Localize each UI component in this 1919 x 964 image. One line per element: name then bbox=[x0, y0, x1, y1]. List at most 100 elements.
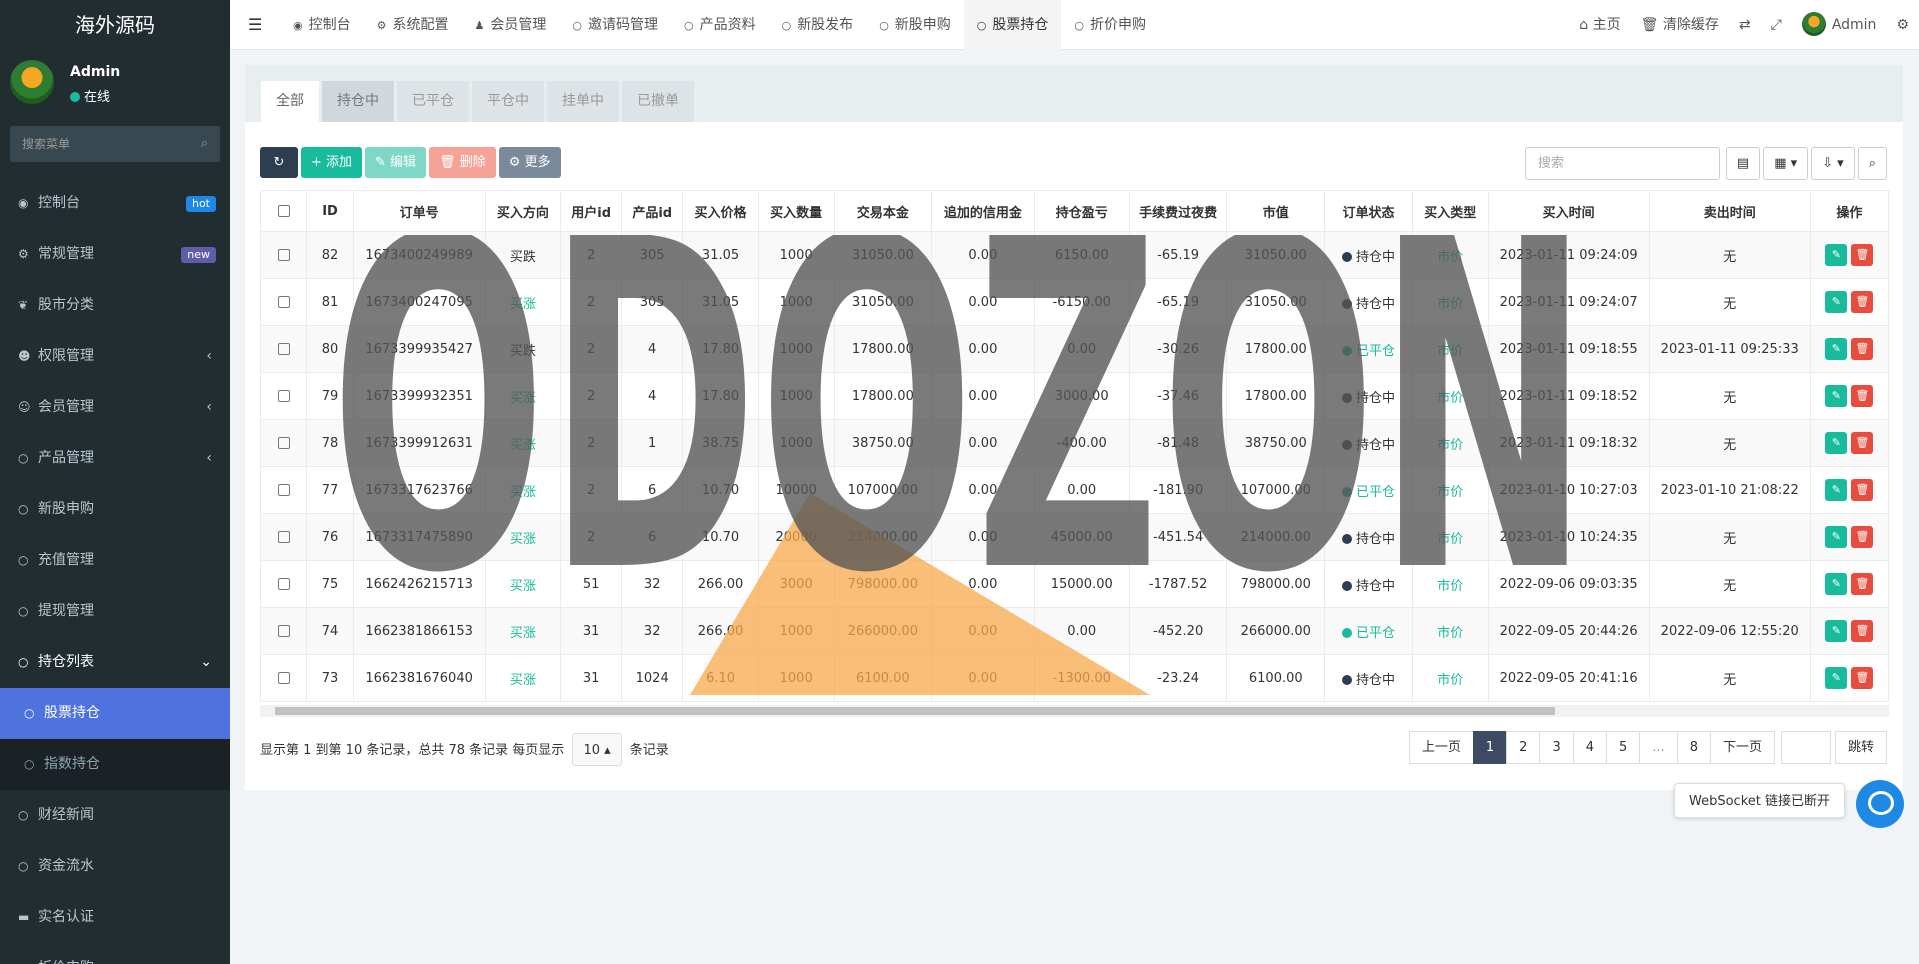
table-row[interactable]: 75 1662426215713 买涨 51 32 266.00 3000 798000.00… bbox=[260, 560, 1889, 608]
edit-row-button[interactable]: ✎ bbox=[1825, 667, 1848, 689]
sidebar-item[interactable]: ○ 提现管理 bbox=[0, 586, 230, 637]
row-checkbox[interactable] bbox=[277, 625, 290, 637]
more-button[interactable]: ⚙ 更多 bbox=[498, 147, 561, 178]
refresh-button[interactable]: ↻ bbox=[260, 147, 298, 178]
menu-toggle-icon[interactable]: ☰ bbox=[248, 15, 262, 34]
filter-tab[interactable]: 全部 bbox=[261, 81, 319, 122]
top-tab[interactable]: ○ 新股发布 bbox=[769, 0, 867, 50]
search-icon[interactable]: ⌕ bbox=[201, 136, 208, 151]
page-size-select[interactable]: 10 ▴ bbox=[572, 733, 622, 766]
table-row[interactable]: 79 1673399932351 买涨 2 4 17.80 1000 17800.00 0.00… bbox=[260, 372, 1889, 420]
sidebar-item[interactable]: ☻ 权限管理 ‹ bbox=[0, 331, 230, 382]
delete-row-button[interactable]: 🗑 bbox=[1851, 291, 1874, 313]
sidebar-item[interactable]: ○折价申购 bbox=[0, 943, 230, 964]
translate-icon[interactable]: ⇄ bbox=[1729, 0, 1761, 50]
edit-row-button[interactable]: ✎ bbox=[1825, 620, 1848, 642]
table-row[interactable]: 81 1673400247095 买涨 2 305 31.05 1000 31050.00 0.… bbox=[260, 278, 1889, 326]
row-checkbox[interactable] bbox=[277, 578, 290, 590]
edit-row-button[interactable]: ✎ bbox=[1825, 244, 1848, 266]
delete-row-button[interactable]: 🗑 bbox=[1851, 573, 1874, 595]
sidebar-item[interactable]: ⚙ 常规管理 new bbox=[0, 229, 230, 280]
scrollbar-thumb[interactable] bbox=[275, 707, 1555, 715]
filter-tab[interactable]: 持仓中 bbox=[322, 81, 394, 122]
row-checkbox[interactable] bbox=[277, 343, 290, 355]
prev-page-button[interactable]: 上一页 bbox=[1408, 731, 1474, 764]
row-select-cell[interactable] bbox=[260, 325, 308, 373]
page-button[interactable]: 4 bbox=[1572, 731, 1607, 764]
select-all-checkbox[interactable] bbox=[277, 205, 290, 217]
page-button[interactable]: 3 bbox=[1539, 731, 1574, 764]
page-button[interactable]: 8 bbox=[1676, 731, 1711, 764]
add-button[interactable]: + 添加 bbox=[301, 147, 363, 178]
row-select-cell[interactable] bbox=[260, 560, 308, 608]
table-row[interactable]: 74 1662381866153 买涨 31 32 266.00 1000 266000.00… bbox=[260, 607, 1889, 655]
sidebar-item[interactable]: ▬ 实名认证 bbox=[0, 892, 230, 943]
sidebar-item[interactable]: ○ 持仓列表 ⌄ bbox=[0, 637, 230, 688]
row-select-cell[interactable] bbox=[260, 607, 308, 655]
delete-row-button[interactable]: 🗑 bbox=[1851, 620, 1874, 642]
export-button[interactable]: ⇩ ▾ bbox=[1811, 147, 1855, 180]
sidebar-item[interactable]: ○ 指数持仓 bbox=[0, 739, 230, 790]
edit-row-button[interactable]: ✎ bbox=[1825, 385, 1848, 407]
filter-tab[interactable]: 挂单中 bbox=[547, 81, 619, 122]
filter-tab[interactable]: 平仓中 bbox=[472, 81, 544, 122]
toggle-view-button[interactable]: ▤ bbox=[1725, 147, 1761, 180]
filter-tab[interactable]: 已平仓 bbox=[397, 81, 469, 122]
user-menu[interactable]: Admin bbox=[1792, 0, 1887, 50]
row-checkbox[interactable] bbox=[277, 390, 290, 402]
sidebar-item[interactable]: ❦ 股市分类 bbox=[0, 280, 230, 331]
top-tab[interactable]: ○ 产品资料 bbox=[671, 0, 769, 50]
row-checkbox[interactable] bbox=[277, 437, 290, 449]
top-tab[interactable]: ○ 折价申购 bbox=[1061, 0, 1159, 50]
columns-button[interactable]: ▦ ▾ bbox=[1763, 147, 1809, 180]
table-row[interactable]: 80 1673399935427 买跌 2 4 17.80 1000 17800.00 0.00… bbox=[260, 325, 1889, 373]
next-page-button[interactable]: 下一页 bbox=[1709, 731, 1775, 764]
edit-row-button[interactable]: ✎ bbox=[1825, 526, 1848, 548]
edit-button[interactable]: ✎ 编辑 bbox=[365, 147, 427, 178]
page-button[interactable]: 5 bbox=[1606, 731, 1641, 764]
edit-row-button[interactable]: ✎ bbox=[1825, 432, 1848, 454]
row-checkbox[interactable] bbox=[277, 672, 290, 684]
sidebar-item[interactable]: ◉ 控制台 hot bbox=[0, 178, 230, 229]
delete-row-button[interactable]: 🗑 bbox=[1851, 338, 1874, 360]
row-select-cell[interactable] bbox=[260, 654, 308, 702]
delete-row-button[interactable]: 🗑 bbox=[1851, 526, 1874, 548]
row-checkbox[interactable] bbox=[277, 296, 290, 308]
edit-row-button[interactable]: ✎ bbox=[1825, 291, 1848, 313]
delete-row-button[interactable]: 🗑 bbox=[1851, 385, 1874, 407]
row-select-cell[interactable] bbox=[260, 231, 308, 279]
sidebar-item[interactable]: ○ 财经新闻 bbox=[0, 790, 230, 841]
row-checkbox[interactable] bbox=[277, 249, 290, 261]
top-tab[interactable]: ◉ 控制台 bbox=[280, 0, 364, 50]
delete-row-button[interactable]: 🗑 bbox=[1851, 244, 1874, 266]
table-row[interactable]: 82 1673400249989 买跌 2 305 31.05 1000 31050.00 0.… bbox=[260, 231, 1889, 279]
filter-tab[interactable]: 已撤单 bbox=[622, 81, 694, 122]
sidebar-search-input[interactable] bbox=[10, 126, 220, 162]
advanced-search-button[interactable]: ⌕ bbox=[1857, 147, 1887, 180]
top-tab[interactable]: ⚙ 系统配置 bbox=[364, 0, 462, 50]
top-tab[interactable]: ♟ 会员管理 bbox=[461, 0, 559, 50]
table-row[interactable]: 78 1673399912631 买涨 2 1 38.75 1000 38750.00 0.00… bbox=[260, 419, 1889, 467]
row-select-cell[interactable] bbox=[260, 278, 308, 326]
sidebar-item[interactable]: ○ 产品管理 ‹ bbox=[0, 433, 230, 484]
row-select-cell[interactable] bbox=[260, 513, 308, 561]
delete-row-button[interactable]: 🗑 bbox=[1851, 479, 1874, 501]
sidebar-item[interactable]: ☺ 会员管理 ‹ bbox=[0, 382, 230, 433]
page-button[interactable]: 2 bbox=[1506, 731, 1541, 764]
jump-button[interactable]: 跳转 bbox=[1834, 731, 1887, 764]
row-checkbox[interactable] bbox=[277, 484, 290, 496]
settings-icon[interactable]: ⚙ bbox=[1886, 0, 1919, 50]
edit-row-button[interactable]: ✎ bbox=[1825, 338, 1848, 360]
page-button[interactable]: 1 bbox=[1472, 731, 1508, 764]
table-search-input[interactable] bbox=[1524, 147, 1720, 180]
table-row[interactable]: 73 1662381676040 买涨 31 1024 6.10 1000 6100.00 0.… bbox=[260, 654, 1889, 702]
clear-cache-link[interactable]: 🗑 清除缓存 bbox=[1631, 0, 1729, 50]
select-all-cell[interactable] bbox=[260, 190, 308, 232]
row-checkbox[interactable] bbox=[277, 531, 290, 543]
jump-page-input[interactable] bbox=[1780, 731, 1831, 764]
chat-bubble-icon[interactable] bbox=[1856, 780, 1904, 828]
row-select-cell[interactable] bbox=[260, 372, 308, 420]
top-tab[interactable]: ○ 股票持仓 bbox=[963, 0, 1062, 50]
edit-row-button[interactable]: ✎ bbox=[1825, 573, 1848, 595]
table-row[interactable]: 76 1673317475890 买涨 2 6 10.70 20000 214000.00 0.… bbox=[260, 513, 1889, 561]
